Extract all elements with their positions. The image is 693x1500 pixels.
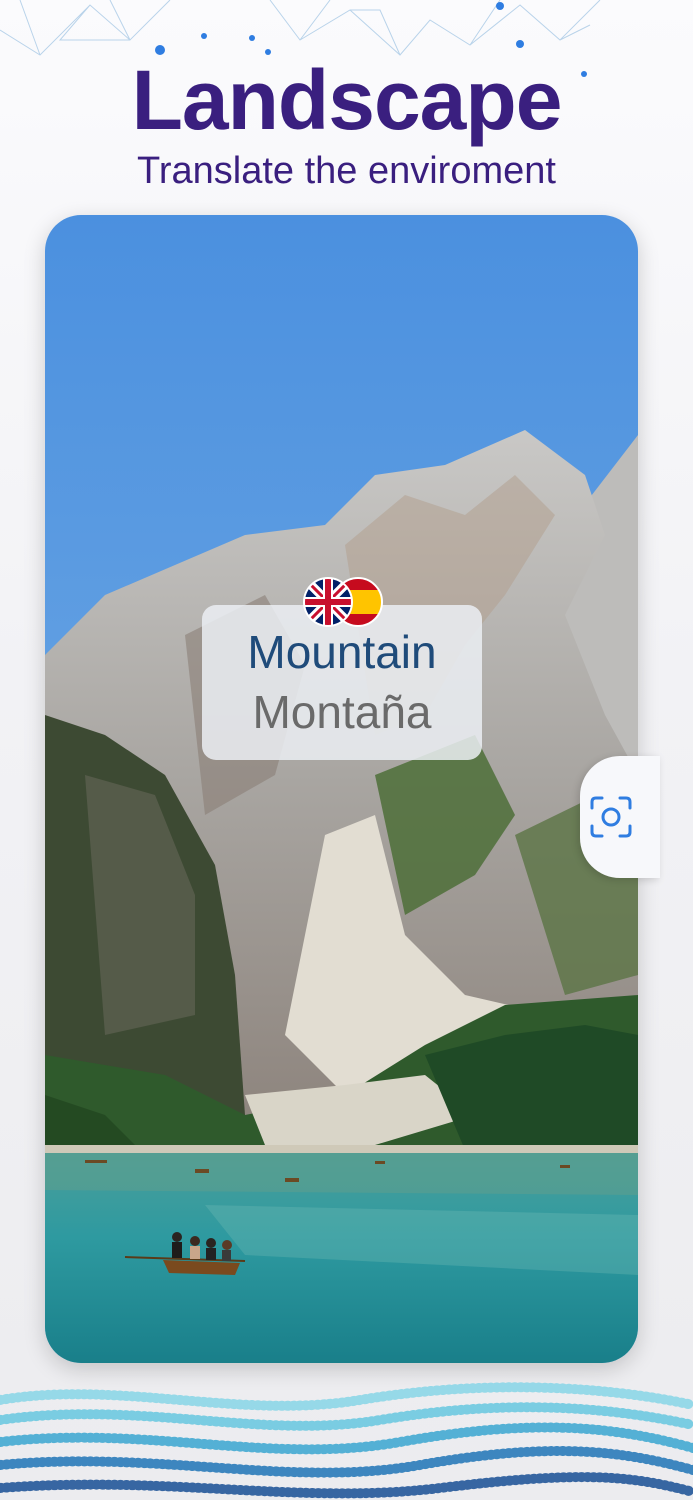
camera-preview[interactable]: Mountain Montaña [45, 215, 638, 1363]
uk-flag-icon [303, 577, 353, 627]
capture-button[interactable] [580, 756, 660, 878]
translation-card[interactable]: Mountain Montaña [202, 605, 482, 760]
source-word: Mountain [247, 626, 437, 678]
wave-decoration [0, 1382, 693, 1499]
landscape-photo [45, 215, 638, 1363]
page-subtitle: Translate the enviroment [137, 150, 556, 192]
language-flags [303, 577, 383, 627]
camera-scan-icon [590, 796, 632, 838]
page-title: Landscape [131, 53, 563, 147]
target-word: Montaña [252, 686, 432, 738]
